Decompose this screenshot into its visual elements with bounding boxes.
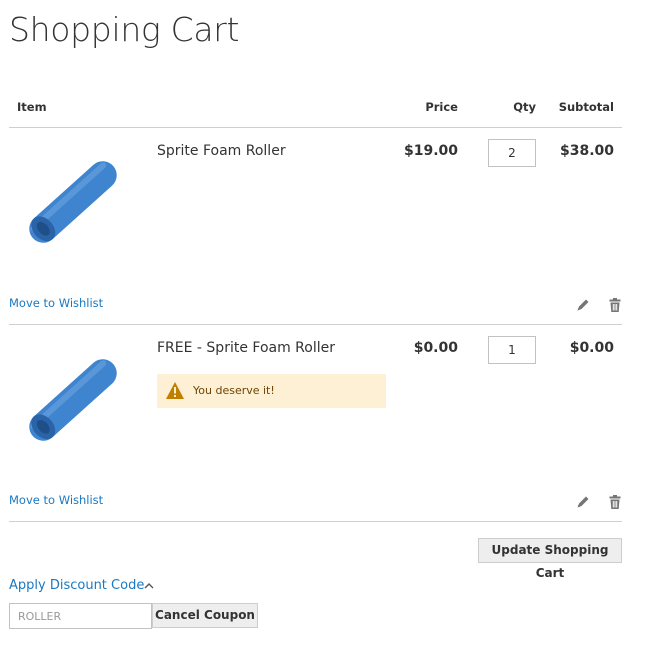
qty-input[interactable] [488,336,536,364]
coupon-code-input[interactable] [9,603,152,629]
column-header-price: Price [425,100,458,114]
update-cart-button[interactable]: Update Shopping Cart [478,538,622,580]
apply-discount-toggle[interactable]: Apply Discount Code [9,578,144,593]
divider [9,324,622,325]
product-image[interactable] [9,336,137,464]
product-name-link[interactable]: FREE - Sprite Foam Roller [157,340,335,356]
notice-message: You deserve it! [157,374,386,408]
column-header-item: Item [17,100,47,114]
product-name-link[interactable]: Sprite Foam Roller [157,143,286,159]
notice-text: You deserve it! [193,384,275,397]
chevron-up-icon[interactable] [143,580,155,592]
warning-icon [166,382,184,399]
move-to-wishlist-link[interactable]: Move to Wishlist [9,493,103,507]
divider [9,127,622,128]
column-header-subtotal: Subtotal [558,100,614,114]
pencil-icon[interactable] [575,494,591,510]
product-price: $0.00 [413,340,458,356]
product-image[interactable] [9,138,137,266]
cancel-coupon-button[interactable]: Cancel Coupon [152,603,258,628]
trash-icon[interactable] [607,494,623,510]
trash-icon[interactable] [607,297,623,313]
divider [9,521,622,522]
move-to-wishlist-link[interactable]: Move to Wishlist [9,296,103,310]
row-subtotal: $0.00 [569,340,614,356]
pencil-icon[interactable] [575,297,591,313]
page-title: Shopping Cart [9,10,240,49]
product-price: $19.00 [403,143,458,159]
column-header-qty: Qty [513,100,536,114]
qty-input[interactable] [488,139,536,167]
row-subtotal: $38.00 [559,143,614,159]
